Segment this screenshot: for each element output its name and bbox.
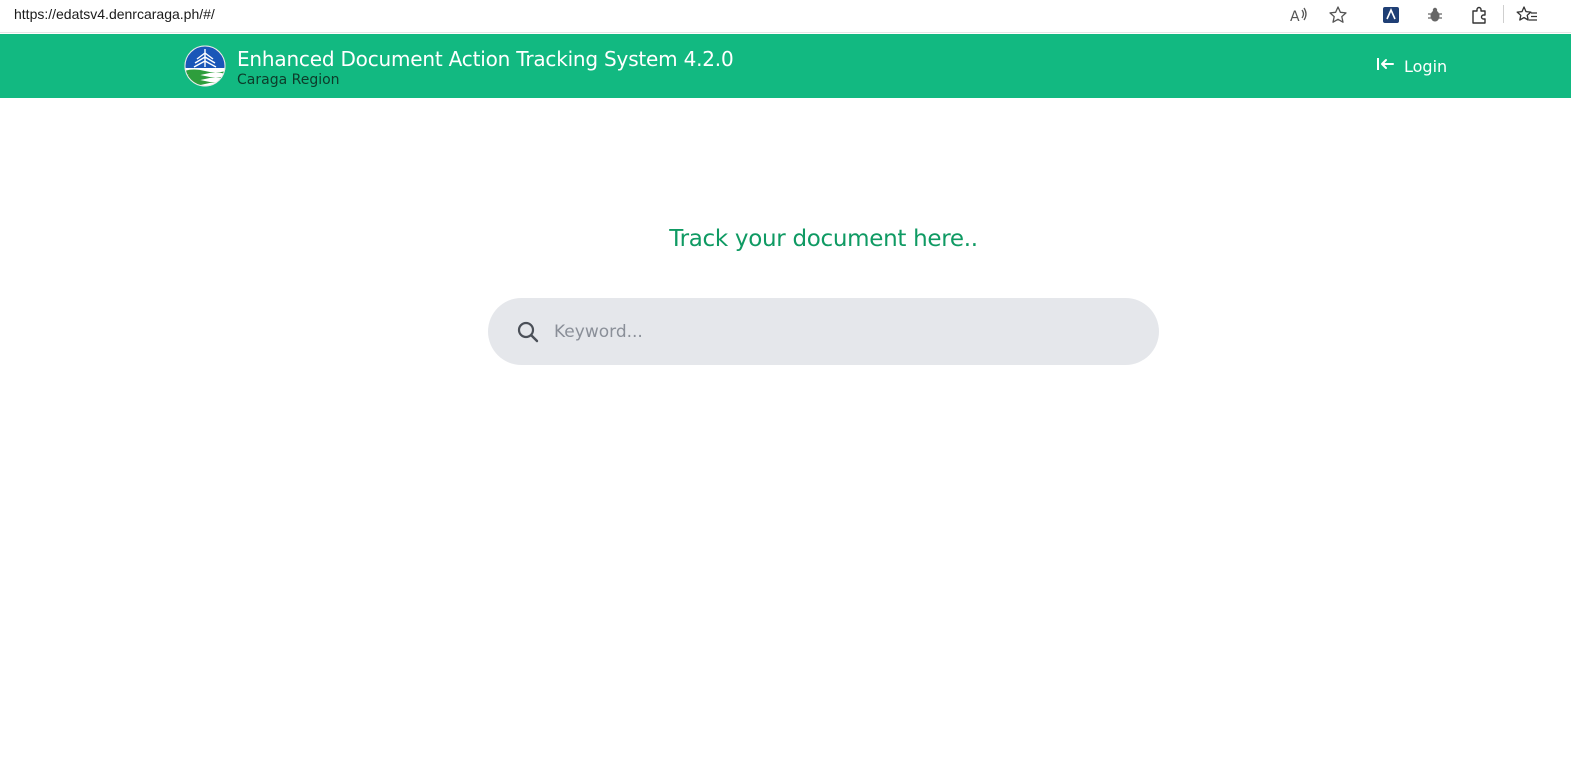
app-title: Enhanced Document Action Tracking System…: [237, 47, 734, 71]
read-aloud-icon[interactable]: A: [1288, 4, 1310, 26]
search-icon: [516, 320, 540, 344]
address-bar[interactable]: https://edatsv4.denrcaraga.ph/#/: [14, 6, 215, 22]
svg-text:A: A: [1290, 9, 1300, 24]
puzzle-icon[interactable]: [1468, 4, 1490, 26]
bug-icon[interactable]: [1424, 4, 1446, 26]
favorites-icon[interactable]: [1516, 4, 1538, 26]
denr-logo: [184, 45, 226, 87]
app-subtitle: Caraga Region: [237, 72, 340, 88]
login-label: Login: [1404, 56, 1448, 76]
toolbar-divider: [1503, 5, 1504, 23]
login-button[interactable]: Login: [1376, 54, 1447, 78]
search-box[interactable]: [488, 298, 1159, 365]
favorite-star-icon[interactable]: [1327, 4, 1349, 26]
app-header: Enhanced Document Action Tracking System…: [0, 34, 1571, 98]
extension-icon[interactable]: [1380, 4, 1402, 26]
search-input[interactable]: [552, 312, 1132, 351]
track-heading: Track your document here..: [669, 226, 978, 252]
login-icon: [1376, 56, 1395, 76]
browser-toolbar: https://edatsv4.denrcaraga.ph/#/ A: [0, 0, 1571, 33]
